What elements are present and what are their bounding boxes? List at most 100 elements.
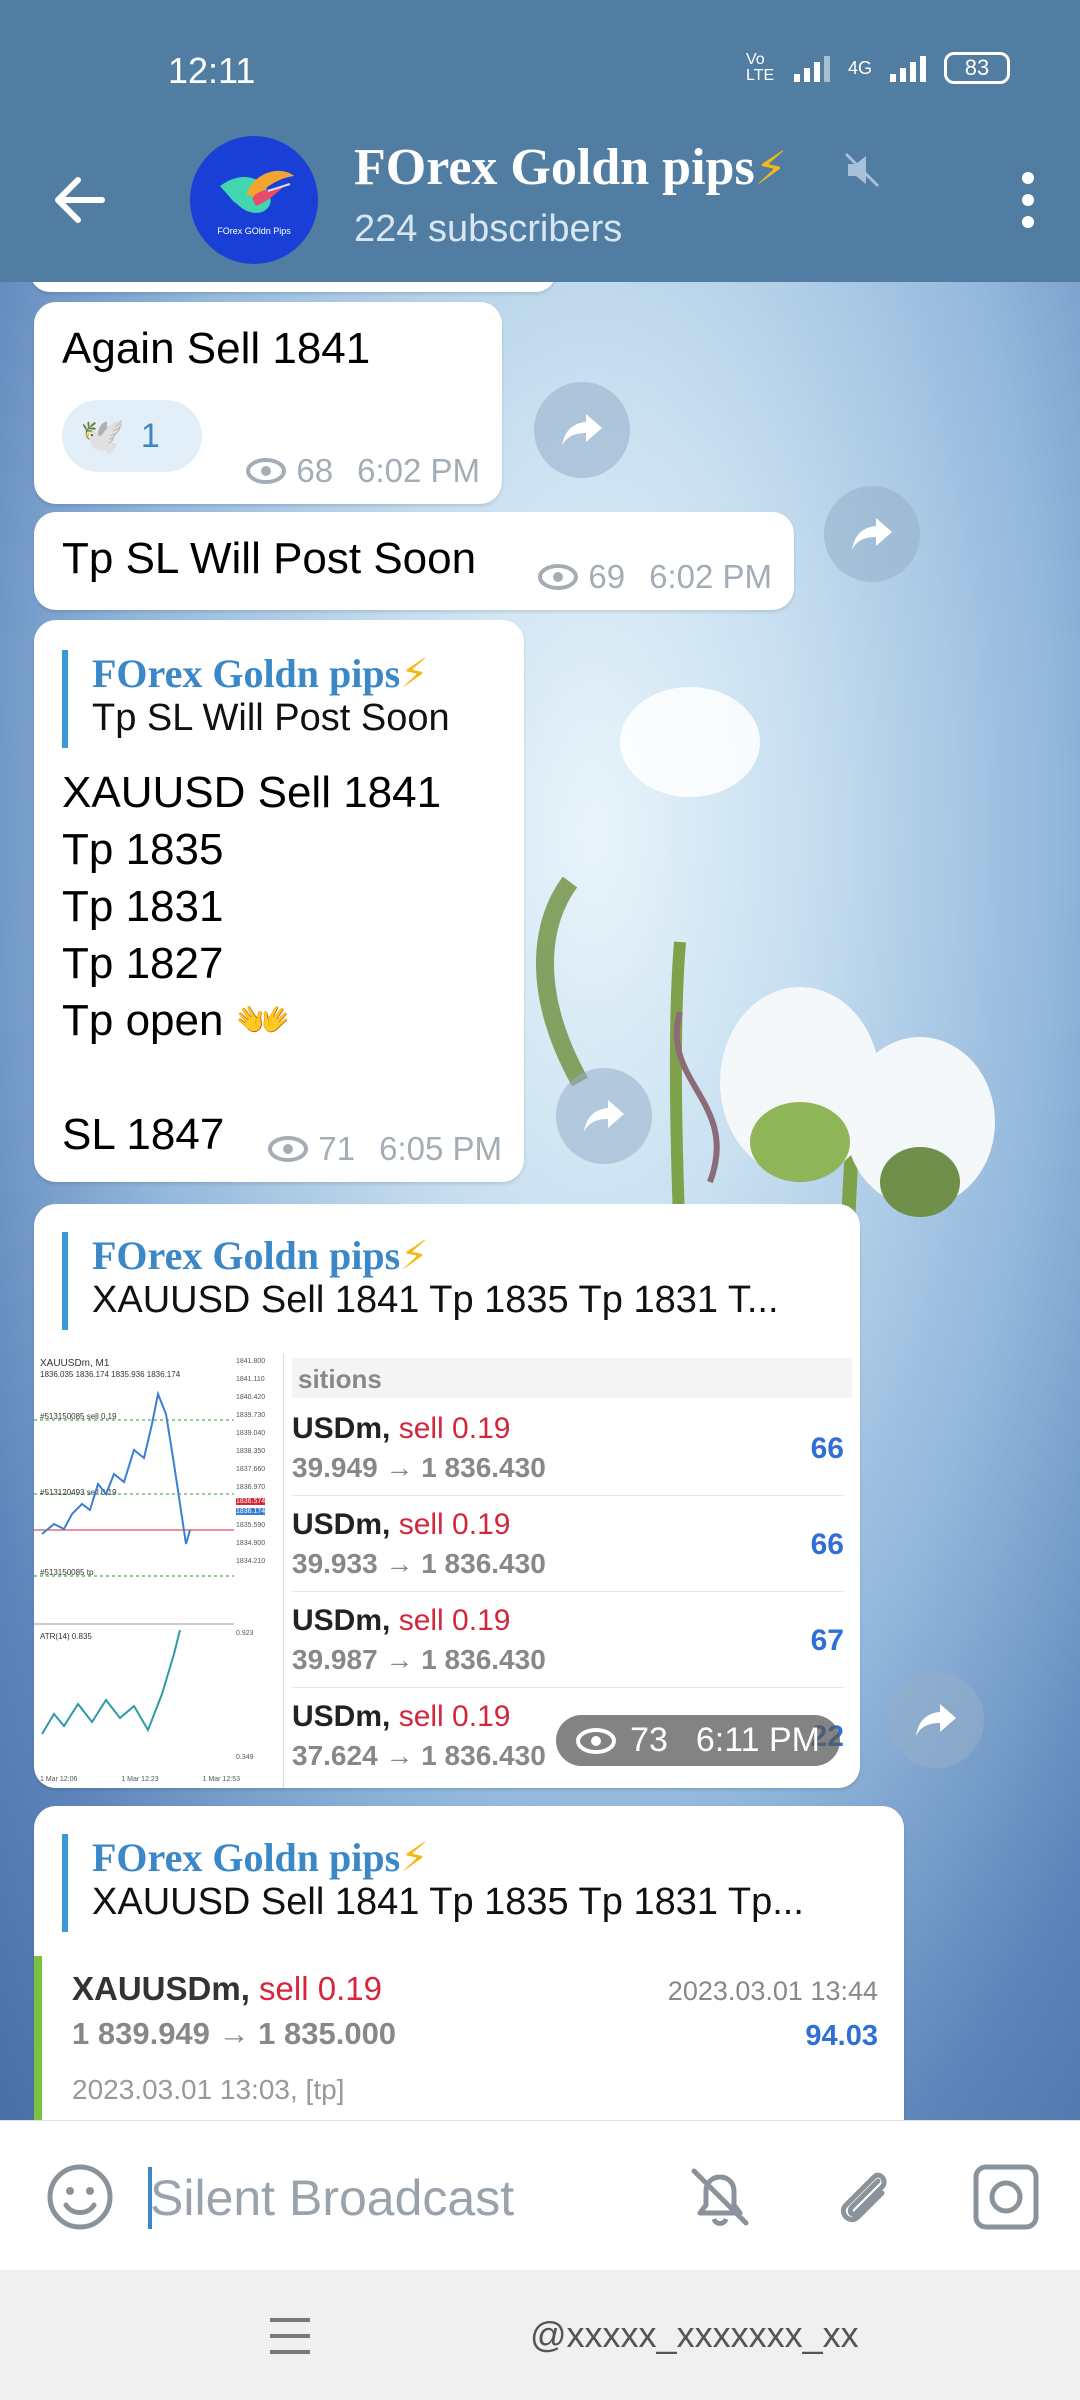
- lightning-emoji: ⚡: [400, 1233, 429, 1279]
- watermark-text: @xxxxx_xxxxxxx_xx: [530, 2314, 859, 2355]
- closed-position-image[interactable]: XAUUSDm, sell 0.19 2023.03.01 13:44 1 83…: [34, 1956, 904, 2120]
- status-time: 12:11: [168, 50, 256, 91]
- reaction-count: 1: [140, 416, 160, 455]
- reply-text: XAUUSD Sell 1841 Tp 1835 Tp 1831 T...: [92, 1279, 779, 1321]
- hummingbird-icon: [220, 170, 294, 213]
- back-arrow-icon[interactable]: [52, 172, 108, 228]
- camera-icon[interactable]: [968, 2159, 1044, 2235]
- price-tick: 1838.350: [236, 1448, 266, 1455]
- position-prices: 39.987 → 1 836.430: [292, 1644, 546, 1675]
- reaction-chip[interactable]: 🕊️ 1: [62, 400, 202, 472]
- price-tick: 1839.730: [236, 1412, 266, 1419]
- position-row[interactable]: USDm, sell 0.19 39.987 → 1 836.430 67: [292, 1592, 844, 1688]
- position-row[interactable]: USDm, sell 0.19 39.933 → 1 836.430 66: [292, 1496, 844, 1592]
- message-time: 6:05 PM: [379, 1130, 502, 1167]
- price-tag-bid: 1836.174: [236, 1508, 266, 1515]
- reply-author-name: FOrex Goldn pips: [92, 1233, 401, 1278]
- message-text: Again Sell 1841: [62, 324, 371, 373]
- lightning-emoji: ⚡: [754, 141, 788, 195]
- paperclip-icon[interactable]: [826, 2159, 902, 2235]
- price-tick: 1839.040: [236, 1430, 266, 1437]
- network-type: 4G: [847, 57, 872, 78]
- views-eye-icon: [576, 1727, 617, 1754]
- more-options-icon[interactable]: [1020, 172, 1036, 228]
- partial-message-bubble: [30, 282, 556, 292]
- side-text: sell 0.19: [398, 1604, 511, 1637]
- trade-chart-image[interactable]: XAUUSDm, M1 1836.035 1836.174 1835.936 1…: [34, 1354, 284, 1788]
- message-meta: 68 6:02 PM: [246, 452, 480, 490]
- time-tick: 1 Mar 12:23: [121, 1776, 159, 1783]
- price-tick: 1837.660: [236, 1466, 266, 1473]
- reply-author: FOrex Goldn pips⚡: [92, 650, 504, 697]
- symbol-text: USDm,: [292, 1412, 391, 1445]
- photo-meta: 73 6:11 PM: [556, 1715, 840, 1766]
- chart-time-axis: 1 Mar 12:06 1 Mar 12:23 1 Mar 12:53: [40, 1776, 240, 1783]
- views-eye-icon: [538, 564, 579, 590]
- message-meta: 71 6:05 PM: [268, 1130, 502, 1168]
- symbol-text: USDm,: [292, 1700, 391, 1733]
- position-prices: 39.933 → 1 836.430: [292, 1548, 546, 1579]
- share-arrow-icon: [562, 414, 602, 446]
- price-tick: 0.349: [236, 1754, 254, 1761]
- position-prices: 37.624 → 1 836.430: [292, 1740, 546, 1771]
- message-time: 6:02 PM: [357, 452, 480, 489]
- time-tick: 1 Mar 12:06: [40, 1776, 78, 1783]
- position-symbol: USDm, sell 0.19: [292, 1508, 510, 1542]
- time-tick: 1 Mar 12:53: [202, 1776, 240, 1783]
- reply-quote[interactable]: FOrex Goldn pips⚡ XAUUSD Sell 1841 Tp 18…: [62, 1232, 840, 1330]
- lightning-emoji: ⚡: [400, 651, 429, 697]
- position-open-info: 2023.03.01 13:03, [tp]: [72, 2074, 345, 2105]
- photo-message-bubble[interactable]: FOrex Goldn pips⚡ XAUUSD Sell 1841 Tp 18…: [34, 1806, 904, 2120]
- share-arrow-icon: [852, 518, 892, 550]
- photo-message-bubble[interactable]: FOrex Goldn pips⚡ XAUUSD Sell 1841 Tp 18…: [34, 1204, 860, 1788]
- message-bubble[interactable]: Tp SL Will Post Soon 69 6:02 PM: [34, 512, 794, 610]
- position-profit: 66: [810, 1432, 844, 1465]
- reply-quote[interactable]: FOrex Goldn pips⚡ XAUUSD Sell 1841 Tp 18…: [62, 1834, 884, 1932]
- status-icons: Vo LTE 4G 83: [746, 52, 1010, 84]
- view-count: 73: [630, 1721, 668, 1759]
- message-line: Tp 1831: [62, 882, 224, 931]
- views-eye-icon: [246, 458, 287, 484]
- reply-text: XAUUSD Sell 1841 Tp 1835 Tp 1831 Tp...: [92, 1881, 804, 1923]
- side-text: sell 0.19: [398, 1412, 511, 1445]
- views-eye-icon: [268, 1136, 309, 1162]
- muted-speaker-icon: [844, 152, 880, 188]
- message-line: [62, 1049, 441, 1106]
- price-tick: 0.923: [236, 1630, 254, 1637]
- share-arrow-icon: [916, 1704, 956, 1736]
- position-symbol: USDm, sell 0.19: [292, 1412, 510, 1446]
- chat-area[interactable]: Again Sell 1841 🕊️ 1 68 6:02 PM Tp SL Wi…: [0, 282, 1080, 2120]
- forward-button[interactable]: [556, 1068, 652, 1164]
- message-line: Tp 1835: [62, 825, 224, 874]
- position-row[interactable]: USDm, sell 0.19 39.949 → 1 836.430 66: [292, 1400, 844, 1496]
- recent-apps-button[interactable]: [270, 2318, 310, 2354]
- reply-quote[interactable]: FOrex Goldn pips⚡ Tp SL Will Post Soon: [62, 650, 504, 748]
- view-count: 71: [318, 1130, 356, 1167]
- avatar-caption: FOrex GOldn Pips: [217, 226, 291, 236]
- message-time: 6:02 PM: [649, 558, 772, 595]
- forward-button[interactable]: [534, 382, 630, 478]
- price-tag-sell: 1836.574: [236, 1498, 266, 1505]
- signal-message-body: XAUUSD Sell 1841 Tp 1835 Tp 1831 Tp 1827…: [62, 764, 441, 1163]
- message-input[interactable]: Silent Broadcast: [150, 2169, 514, 2227]
- reply-author: FOrex Goldn pips⚡: [92, 1232, 840, 1279]
- side-text: sell 0.19: [398, 1700, 511, 1733]
- reply-author: FOrex Goldn pips⚡: [92, 1834, 884, 1881]
- price-tick: 1834.900: [236, 1540, 266, 1547]
- bell-off-icon[interactable]: [682, 2159, 758, 2235]
- signal-icon: [793, 54, 830, 82]
- message-text: Tp SL Will Post Soon: [62, 534, 477, 583]
- view-count: 68: [296, 452, 334, 489]
- forward-button[interactable]: [888, 1672, 984, 1768]
- price-tick: 1840.420: [236, 1394, 266, 1401]
- emoji-icon[interactable]: [42, 2159, 118, 2235]
- message-bubble[interactable]: FOrex Goldn pips⚡ Tp SL Will Post Soon X…: [34, 620, 524, 1182]
- position-prices: 1 839.949 → 1 835.000: [72, 2016, 397, 2051]
- forward-button[interactable]: [824, 486, 920, 582]
- channel-avatar[interactable]: FOrex GOldn Pips: [190, 136, 318, 264]
- message-bubble[interactable]: Again Sell 1841 🕊️ 1 68 6:02 PM: [34, 302, 502, 504]
- channel-title[interactable]: FOrex Goldn pips⚡: [354, 138, 787, 197]
- symbol-text: USDm,: [292, 1604, 391, 1637]
- message-line: XAUUSD Sell 1841: [62, 768, 442, 817]
- message-time: 6:11 PM: [695, 1721, 820, 1759]
